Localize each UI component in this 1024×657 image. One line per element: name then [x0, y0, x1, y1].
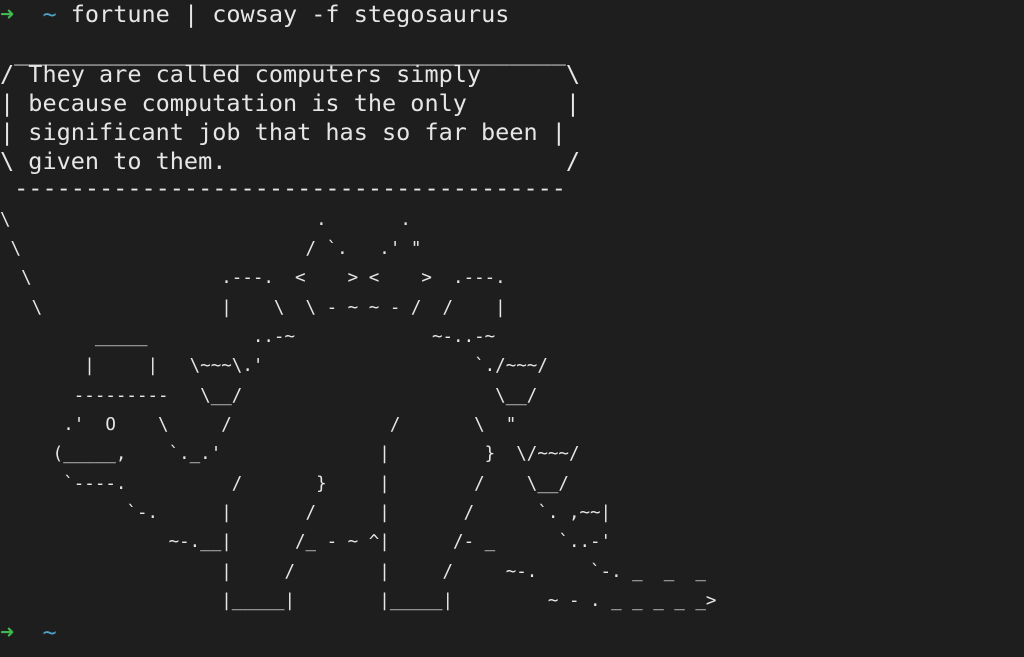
bubble-line-4: \ given to them. / — [0, 147, 581, 175]
bubble-line-3: | significant job that has so far been | — [0, 118, 566, 146]
prompt-directory: ~ — [42, 0, 57, 28]
art-line-6: | | \~~~\.' `./~~~/ — [0, 356, 548, 376]
art-line-8: .' O \ / / \ " — [0, 415, 517, 435]
art-line-14: |_____| |_____| ~ - . _ _ _ _ _> — [0, 591, 717, 611]
art-line-7: --------- \__/ \__/ — [0, 386, 538, 406]
art-line-5: _____ ..-~ ~-..-~ — [0, 327, 496, 347]
art-line-10: `----. / } | / \__/ — [0, 474, 569, 494]
art-line-3: \ .---. < > < > .---. — [0, 268, 506, 288]
bubble-line-bottom: --------------------------------------- — [0, 174, 566, 202]
command-text: fortune | cowsay -f stegosaurus — [70, 0, 510, 28]
art-line-2: \ / `. .' " — [0, 239, 422, 259]
bubble-line-2: | because computation is the only | — [0, 89, 581, 117]
art-line-9: (_____, `._.' | } \/~~~/ — [0, 444, 580, 464]
final-prompt-directory: ~ — [42, 618, 57, 646]
bubble-line-1: / They are called computers simply \ — [0, 60, 581, 88]
final-prompt-line[interactable]: ➜ ~ — [0, 618, 57, 647]
art-line-11: `-. | / | / `. ,~~| — [0, 503, 612, 523]
command-prompt-line: ➜ ~ fortune | cowsay -f stegosaurus — [0, 0, 509, 29]
prompt-arrow-icon: ➜ — [0, 0, 15, 28]
art-line-13: | / | / ~-. `-. _ _ _ — [0, 562, 706, 582]
art-line-12: ~-.__| /_ - ~ ^| /- _ `..-' — [0, 532, 612, 552]
art-line-4: \ | \ \ - ~ ~ - / / | — [0, 298, 506, 318]
final-prompt-arrow-icon: ➜ — [0, 618, 15, 646]
terminal-window[interactable]: ➜ ~ fortune | cowsay -f stegosaurus ____… — [0, 0, 1024, 657]
art-line-1: \ . . — [0, 210, 411, 230]
